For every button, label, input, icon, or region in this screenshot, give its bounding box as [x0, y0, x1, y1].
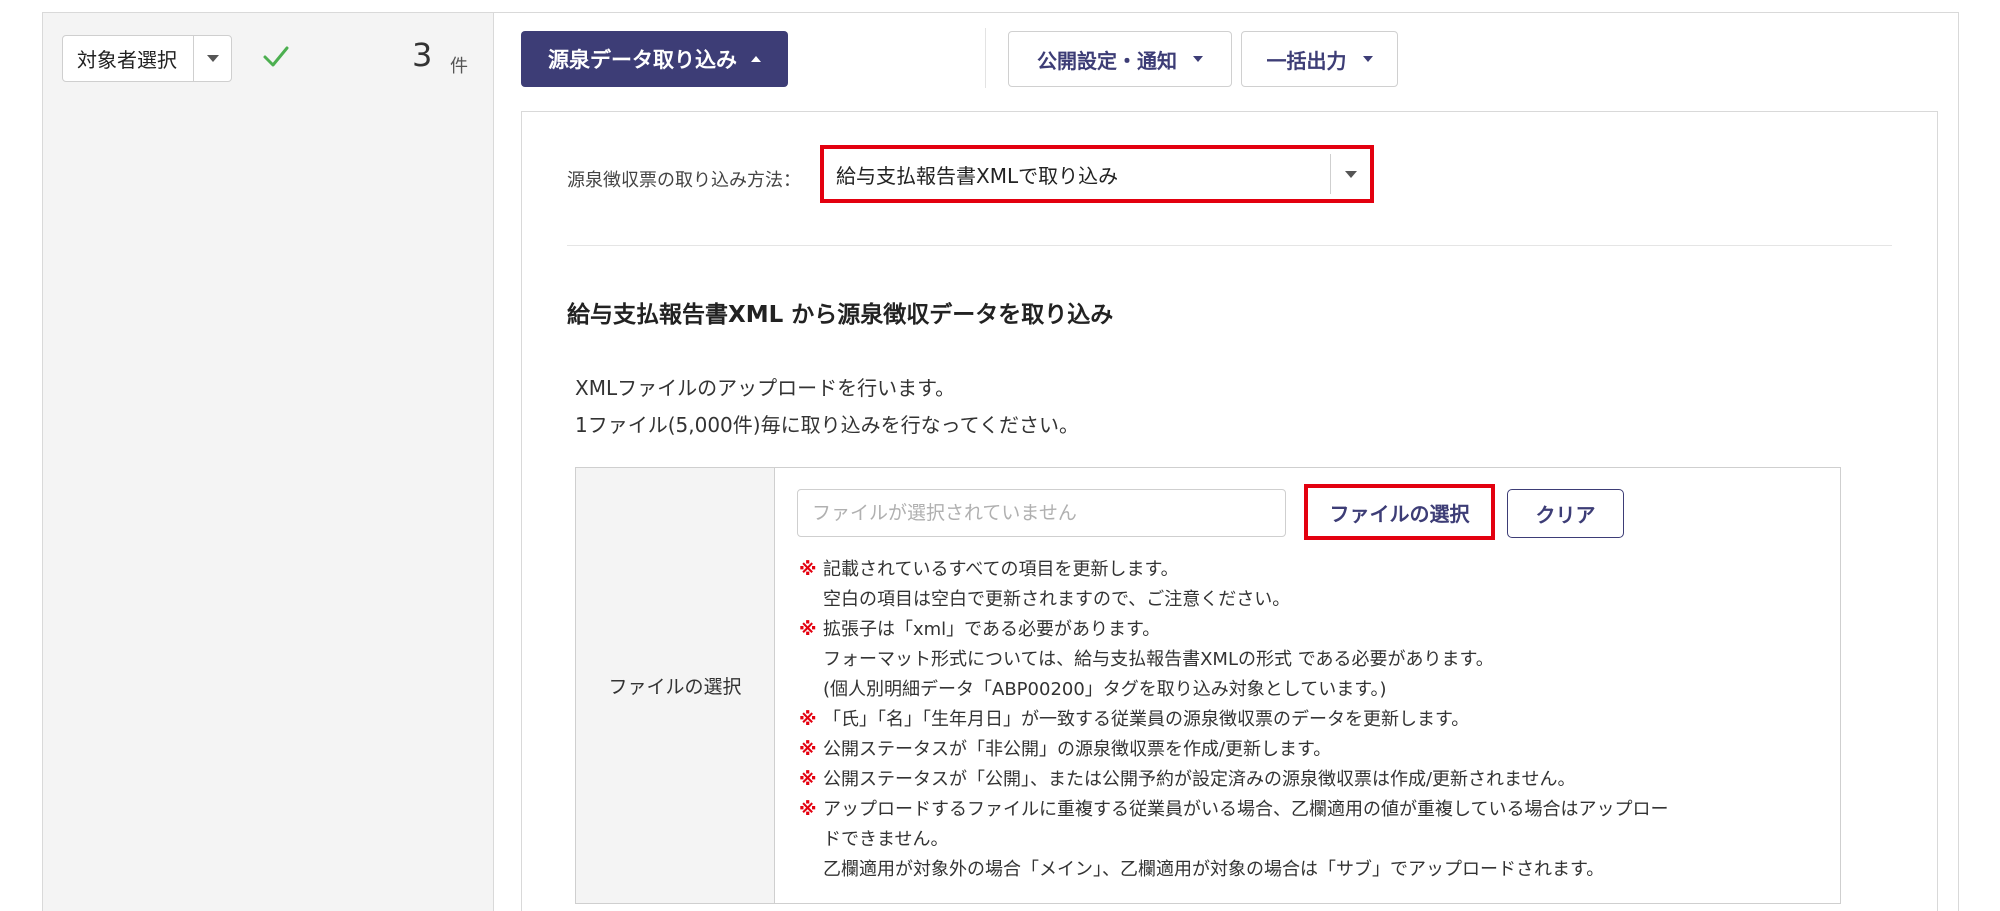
- chevron-up-icon: [751, 56, 761, 62]
- section-divider: [567, 245, 1892, 246]
- note-mark: ※: [799, 709, 817, 730]
- toolbar-divider: [985, 28, 986, 88]
- note-mark: ※: [799, 559, 817, 580]
- note-mark: ※: [799, 799, 817, 820]
- note-item: ※ 公開ステータスが「非公開」の源泉徴収票を作成/更新します。: [799, 735, 1829, 765]
- description-line: 1ファイル(5,000件)毎に取り込みを行なってください。: [575, 413, 1079, 437]
- chevron-down-icon: [1362, 56, 1373, 62]
- note-item: ※ 「氏」「名」「生年月日」が一致する従業員の源泉徴収票のデータを更新します。: [799, 705, 1829, 735]
- check-icon: [263, 46, 289, 67]
- bulk-export-button-label: 一括出力: [1266, 48, 1347, 73]
- description-line: XMLファイルのアップロードを行います。: [575, 376, 956, 400]
- note-mark: ※: [799, 619, 817, 640]
- publish-settings-button-label: 公開設定・通知: [1037, 48, 1177, 73]
- note-line: (個人別明細データ「ABP00200」タグを取り込み対象としています。): [823, 679, 1387, 700]
- note-line: 「氏」「名」「生年月日」が一致する従業員の源泉徴収票のデータを更新します。: [823, 709, 1470, 730]
- note-line: 記載されているすべての項目を更新します。: [823, 559, 1179, 580]
- note-item: ※ 拡張子は「xml」である必要があります。 フォーマット形式については、給与支…: [799, 615, 1829, 705]
- notes-list: ※ 記載されているすべての項目を更新します。 空白の項目は空白で更新されますので…: [799, 555, 1829, 885]
- note-line: 空白の項目は空白で更新されますので、ご注意ください。: [823, 589, 1291, 610]
- note-line: 公開ステータスが「公開」、または公開予約が設定済みの源泉徴収票は作成/更新されま…: [823, 769, 1576, 790]
- note-item: ※ 公開ステータスが「公開」、または公開予約が設定済みの源泉徴収票は作成/更新さ…: [799, 765, 1829, 795]
- import-method-select[interactable]: 給与支払報告書XMLで取り込み: [820, 145, 1374, 203]
- import-data-button[interactable]: 源泉データ取り込み: [521, 31, 788, 87]
- chevron-down-icon[interactable]: [1330, 154, 1370, 194]
- note-line: 乙欄適用が対象外の場合「メイン」、乙欄適用が対象の場合は「サブ」でアップロードさ…: [823, 859, 1605, 880]
- note-line: 公開ステータスが「非公開」の源泉徴収票を作成/更新します。: [823, 739, 1332, 760]
- target-select-label: 対象者選択: [77, 48, 177, 72]
- note-mark: ※: [799, 739, 817, 760]
- choose-file-button[interactable]: ファイルの選択: [1304, 484, 1495, 540]
- note-line: フォーマット形式については、給与支払報告書XMLの形式 である必要があります。: [823, 649, 1494, 670]
- chevron-down-icon: [1193, 56, 1203, 62]
- note-line: 拡張子は「xml」である必要があります。: [823, 619, 1161, 640]
- note-item: ※ 記載されているすべての項目を更新します。 空白の項目は空白で更新されますので…: [799, 555, 1829, 615]
- selected-count: 3: [412, 36, 433, 74]
- note-line: ドできません。: [823, 829, 949, 850]
- import-data-button-label: 源泉データ取り込み: [548, 48, 737, 72]
- target-select-dropdown[interactable]: 対象者選択: [62, 35, 232, 82]
- file-name-input[interactable]: [797, 489, 1286, 537]
- import-method-value: 給与支払報告書XMLで取り込み: [836, 163, 1119, 188]
- note-line: アップロードするファイルに重複する従業員がいる場合、乙欄適用の値が重複している場…: [823, 799, 1669, 820]
- section-title: 給与支払報告書XML から源泉徴収データを取り込み: [567, 302, 1114, 328]
- note-item: ※ アップロードするファイルに重複する従業員がいる場合、乙欄適用の値が重複してい…: [799, 795, 1829, 885]
- clear-button[interactable]: クリア: [1507, 489, 1624, 538]
- note-mark: ※: [799, 769, 817, 790]
- bulk-export-button[interactable]: 一括出力: [1241, 31, 1398, 87]
- import-method-label: 源泉徴収票の取り込み方法：: [567, 170, 801, 191]
- file-row-label: ファイルの選択: [576, 468, 775, 903]
- publish-settings-button[interactable]: 公開設定・通知: [1008, 31, 1232, 87]
- chevron-down-icon[interactable]: [193, 36, 231, 81]
- selected-count-unit: 件: [450, 56, 468, 77]
- left-column: [42, 12, 494, 911]
